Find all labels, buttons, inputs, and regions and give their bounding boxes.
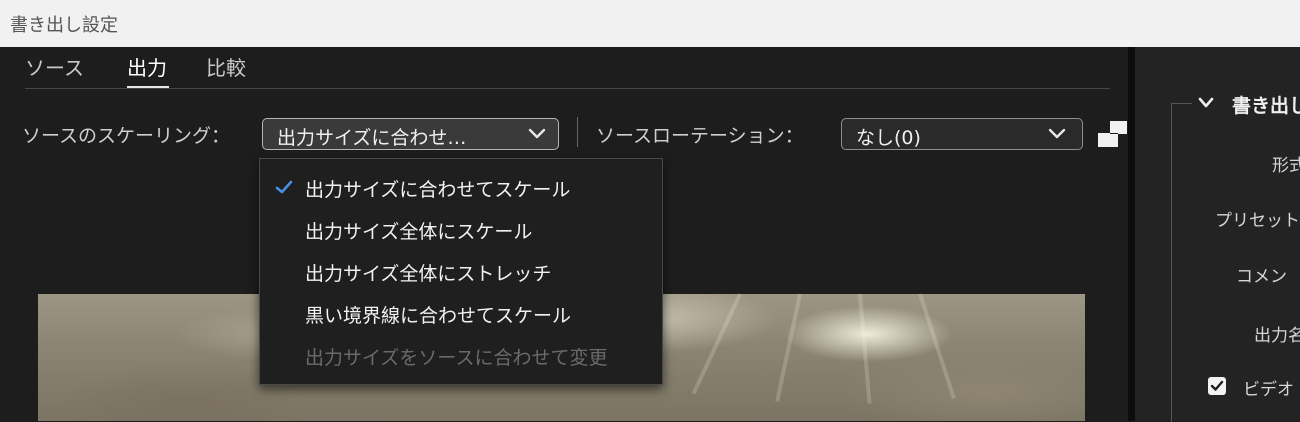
output-name-label: 出力名 [1254, 326, 1300, 346]
chevron-down-icon [528, 128, 546, 139]
source-rotation-select[interactable]: なし(0) [841, 118, 1083, 150]
menu-item-stretch-to-fill[interactable]: 出力サイズ全体にストレッチ [305, 259, 551, 286]
format-label: 形式 [1272, 156, 1300, 176]
menu-item-scale-to-black-borders[interactable]: 黒い境界線に合わせてスケール [305, 301, 571, 328]
section-outline [1171, 103, 1192, 422]
source-scaling-select[interactable]: 出力サイズに合わせ… [262, 118, 559, 150]
section-title: 書き出し [1232, 95, 1300, 117]
chevron-down-icon [1048, 128, 1066, 139]
comment-label: コメン [1236, 267, 1287, 287]
tab-source[interactable]: ソース [25, 52, 84, 81]
tab-output[interactable]: 出力 [127, 52, 167, 81]
video-checkbox[interactable] [1208, 377, 1226, 395]
window-titlebar: 書き出し設定 [0, 0, 1300, 47]
video-checkbox-label: ビデオ [1243, 380, 1294, 400]
tabs-divider [25, 88, 1110, 89]
preset-label: プリセット [1215, 211, 1300, 231]
source-rotation-label: ソースローテーション： [596, 125, 804, 147]
checkmark-icon [1210, 380, 1224, 391]
checkmark-icon [275, 180, 293, 194]
chevron-down-icon[interactable] [1198, 97, 1214, 109]
toolbar-separator [577, 117, 578, 147]
tab-compare[interactable]: 比較 [206, 52, 246, 81]
source-scaling-label: ソースのスケーリング： [22, 125, 231, 147]
panel-divider[interactable] [1128, 47, 1135, 421]
window-title: 書き出し設定 [10, 15, 118, 36]
menu-item-fit-to-output[interactable]: 出力サイズに合わせてスケール [305, 175, 570, 202]
menu-item-change-output-to-source: 出力サイズをソースに合わせて変更 [305, 347, 608, 369]
rotate-icon[interactable] [1098, 120, 1128, 148]
source-scaling-menu: 出力サイズに合わせてスケール 出力サイズ全体にスケール 出力サイズ全体にストレッ… [259, 158, 663, 385]
source-rotation-value: なし(0) [856, 127, 921, 149]
source-scaling-value: 出力サイズに合わせ… [277, 127, 467, 149]
menu-item-scale-to-fill[interactable]: 出力サイズ全体にスケール [305, 217, 532, 244]
